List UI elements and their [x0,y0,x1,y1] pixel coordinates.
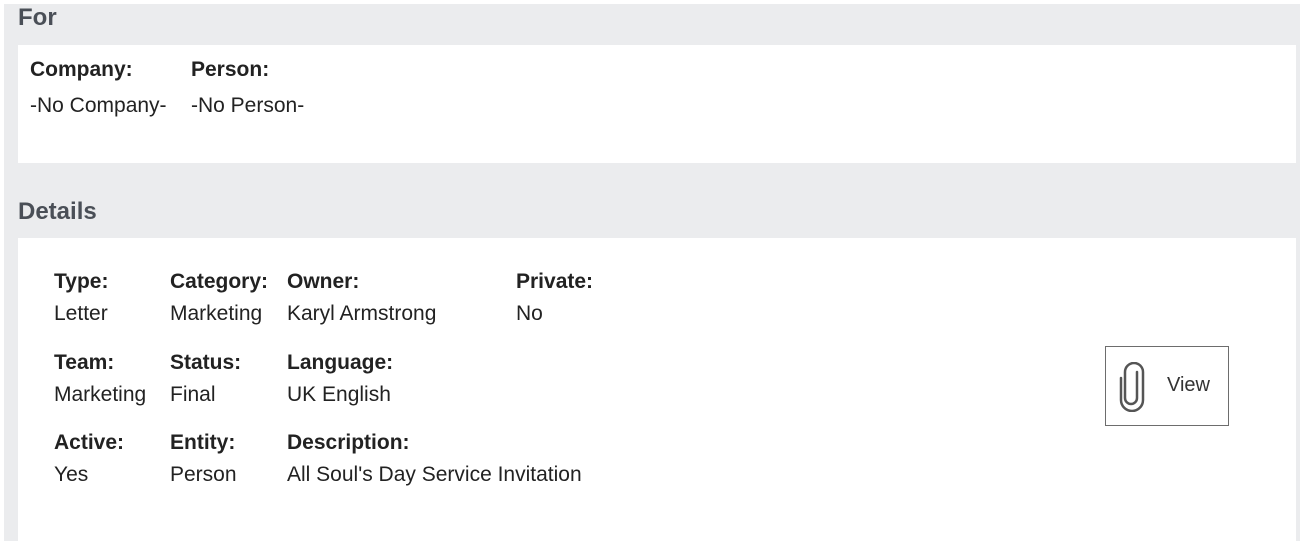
description-label: Description: [287,431,410,454]
status-label: Status: [170,351,242,374]
company-label: Company: [30,58,133,81]
status-value: Final [170,383,216,406]
active-value: Yes [54,463,89,486]
team-value: Marketing [54,383,147,406]
entity-label: Entity: [170,431,236,454]
person-value: -No Person- [191,94,305,117]
type-value: Letter [54,302,108,325]
owner-value: Karyl Armstrong [287,302,437,325]
private-value: No [516,302,543,325]
type-label: Type: [54,270,109,293]
description-value: All Soul's Day Service Invitation [287,463,582,486]
team-label: Team: [54,351,115,374]
entity-value: Person [170,463,237,486]
category-value: Marketing [170,302,263,325]
company-value: -No Company- [30,94,167,117]
category-label: Category: [170,270,269,293]
for-panel: Company: Person: -No Company- -No Person… [18,45,1296,163]
view-button-label: View [1167,374,1210,396]
language-label: Language: [287,351,394,374]
owner-label: Owner: [287,270,360,293]
person-label: Person: [191,58,270,81]
details-section-title: Details [18,198,97,225]
language-value: UK English [287,383,391,406]
view-attachment-button[interactable]: View [1105,346,1229,426]
active-label: Active: [54,431,125,454]
for-section-title: For [18,4,57,31]
private-label: Private: [516,270,594,293]
paperclip-icon [1119,362,1145,412]
